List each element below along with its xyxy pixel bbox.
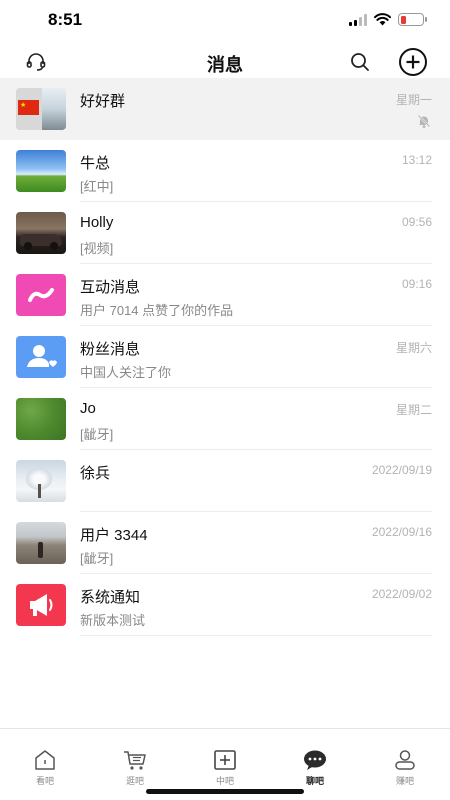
chat-row-jo[interactable]: Jo [龇牙] 星期二 bbox=[0, 388, 450, 450]
chat-name: 牛总 bbox=[80, 155, 111, 172]
chat-time: 2022/09/02 bbox=[371, 587, 432, 601]
chat-time: 2022/09/16 bbox=[371, 525, 432, 539]
chat-row-user3344[interactable]: 用户 3344 [龇牙] 2022/09/16 bbox=[0, 512, 450, 574]
cellular-signal-icon bbox=[349, 13, 367, 26]
chat-name: 互动消息 bbox=[80, 279, 141, 296]
chat-row-haohaoqun[interactable]: ★ 好好群 星期一 bbox=[0, 78, 450, 140]
status-bar: 8:51 bbox=[0, 0, 450, 40]
chat-name: 用户 3344 bbox=[80, 527, 148, 544]
chat-preview: [视频] bbox=[80, 241, 114, 256]
status-icons bbox=[349, 13, 427, 26]
chat-preview: [龇牙] bbox=[80, 427, 114, 442]
profile-icon bbox=[395, 750, 415, 770]
chat-preview: 用户 7014 点赞了你的作品 bbox=[80, 303, 234, 318]
chat-preview: [龇牙] bbox=[80, 551, 114, 566]
contact-avatar bbox=[16, 212, 66, 254]
chat-name: 徐兵 bbox=[80, 465, 111, 482]
chat-bubble-icon bbox=[304, 750, 326, 770]
tab-kanba[interactable]: 看吧 bbox=[0, 729, 90, 800]
tab-label: 赚吧 bbox=[395, 776, 414, 786]
fans-avatar bbox=[16, 336, 66, 378]
chat-preview: 中国人关注了你 bbox=[80, 365, 172, 380]
chat-row-niuzong[interactable]: 牛总 [红中] 13:12 bbox=[0, 140, 450, 202]
chat-time: 2022/09/19 bbox=[371, 463, 432, 477]
megaphone-icon bbox=[30, 594, 53, 616]
home-icon bbox=[35, 750, 55, 770]
contact-avatar bbox=[16, 460, 66, 502]
contact-avatar bbox=[16, 150, 66, 192]
tab-label: 逛吧 bbox=[125, 776, 144, 786]
chat-time: 星期一 bbox=[395, 93, 432, 107]
tab-label: 中吧 bbox=[215, 776, 234, 786]
chat-row-holly[interactable]: Holly [视频] 09:56 bbox=[0, 202, 450, 264]
group-avatar: ★ bbox=[16, 88, 66, 130]
add-circle-icon[interactable] bbox=[398, 47, 428, 77]
chat-time: 星期二 bbox=[395, 403, 432, 417]
page-title: 消息 bbox=[207, 55, 243, 75]
tab-zhuanba[interactable]: 赚吧 bbox=[360, 729, 450, 800]
chat-row-fans[interactable]: 粉丝消息 中国人关注了你 星期六 bbox=[0, 326, 450, 388]
plus-square-icon bbox=[214, 750, 236, 770]
chat-name: Jo bbox=[80, 400, 96, 417]
chat-name: 好好群 bbox=[80, 93, 126, 110]
mute-bell-icon bbox=[417, 114, 431, 128]
chat-preview: [红中] bbox=[80, 179, 114, 194]
wifi-icon bbox=[374, 13, 391, 26]
chat-name: Holly bbox=[80, 214, 114, 231]
battery-icon bbox=[398, 13, 427, 26]
contact-avatar bbox=[16, 522, 66, 564]
divider bbox=[80, 635, 432, 636]
status-time: 8:51 bbox=[48, 10, 83, 29]
chat-name: 系统通知 bbox=[80, 589, 141, 606]
home-indicator bbox=[146, 789, 304, 794]
chat-time: 09:16 bbox=[401, 277, 432, 291]
cart-icon bbox=[124, 751, 146, 770]
tab-label: 看吧 bbox=[35, 776, 54, 786]
system-avatar bbox=[16, 584, 66, 626]
interaction-avatar bbox=[16, 274, 66, 316]
chat-time: 星期六 bbox=[395, 341, 432, 355]
interaction-icon bbox=[28, 288, 54, 302]
tab-label: 聊吧 bbox=[305, 776, 324, 786]
chat-row-xubing[interactable]: 徐兵 2022/09/19 bbox=[0, 450, 450, 512]
search-icon[interactable] bbox=[348, 50, 372, 74]
chat-row-system[interactable]: 系统通知 新版本测试 2022/09/02 bbox=[0, 574, 450, 636]
chat-list: ★ 好好群 星期一 牛总 [红中] 13:12 Holly [视频] 09:56 bbox=[0, 78, 450, 636]
chat-time: 13:12 bbox=[401, 153, 432, 167]
chat-preview: 新版本测试 bbox=[80, 613, 146, 628]
fans-icon bbox=[27, 345, 57, 367]
chat-time: 09:56 bbox=[401, 215, 432, 229]
chat-name: 粉丝消息 bbox=[80, 341, 141, 358]
chat-row-interaction[interactable]: 互动消息 用户 7014 点赞了你的作品 09:16 bbox=[0, 264, 450, 326]
contact-avatar bbox=[16, 398, 66, 440]
